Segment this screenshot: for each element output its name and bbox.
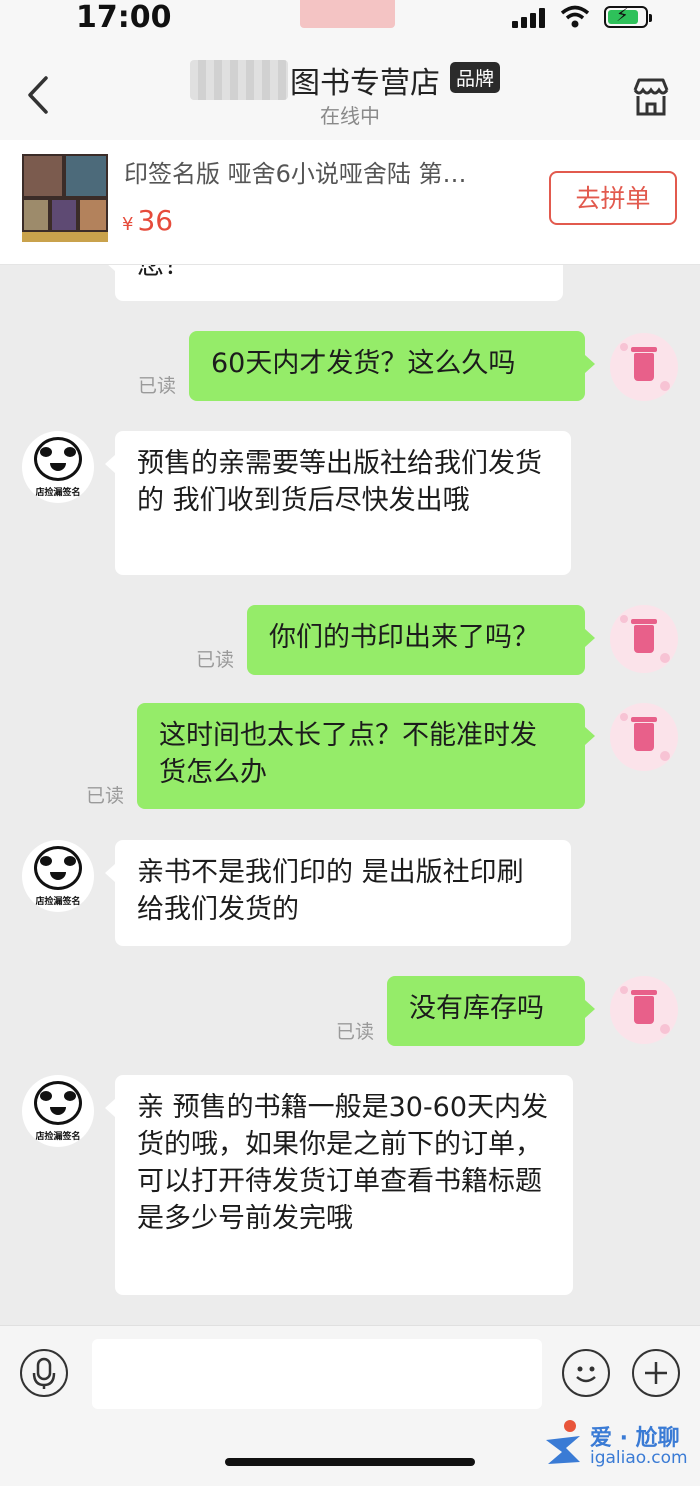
wifi-icon [560,5,590,28]
redacted-shop-prefix [190,60,288,100]
read-receipt: 已读 [336,1021,375,1043]
avatar-caption: 店捡漏签名 [35,1132,81,1142]
outgoing-message: 60天内才发货？这么久吗 [189,331,595,401]
outgoing-message: 没有库存吗 [387,976,595,1046]
user-avatar[interactable] [610,703,678,771]
product-card[interactable]: 印签名版 哑舍6小说哑舍陆 第… ¥36 去拼单 [0,140,700,265]
more-button[interactable] [632,1349,680,1397]
read-receipt: 已读 [86,785,125,807]
online-status: 在线中 [320,104,380,128]
brand-badge: 品牌 [450,62,501,93]
battery-icon: ⚡ [604,5,652,28]
emoji-button[interactable] [562,1349,610,1397]
incoming-message: 亲书不是我们印的 是出版社印刷给我们发货的 [105,840,571,946]
product-price: ¥36 [122,204,173,237]
shop-name[interactable]: 图书专营店 [290,58,440,102]
status-bar: 17:00 ⚡ [0,0,700,40]
outgoing-message: 你们的书印出来了吗？ [247,605,595,675]
incoming-message: 预售的亲需要等出版社给我们发货的 我们收到货后尽快发出哦 [105,431,571,575]
watermark-url: igaliao.com [590,1448,688,1468]
smiley-icon [576,1366,596,1383]
avatar-caption: 店捡漏签名 [35,897,81,907]
voice-button[interactable] [20,1349,68,1397]
read-receipt: 已读 [196,649,235,671]
user-avatar[interactable] [610,333,678,401]
redacted-area [300,0,395,28]
outgoing-message: 这时间也太长了点？不能准时发货怎么办 [137,703,595,809]
microphone-icon [32,1357,56,1389]
product-title[interactable]: 印签名版 哑舍6小说哑舍陆 第… [124,154,524,189]
watermark: 爱 · 尬聊 igaliao.com [540,1418,690,1474]
chat-header: 图书专营店 品牌 在线中 [0,40,700,140]
shop-avatar[interactable]: 店捡漏签名 [22,431,94,503]
incoming-message: 亲 预售的书籍一般是30-60天内发货的哦，如果你是之前下的订单，可以打开待发货… [105,1075,573,1295]
avatar-caption: 店捡漏签名 [35,488,81,498]
product-thumbnail[interactable] [22,154,108,242]
input-bar: 爱 · 尬聊 igaliao.com [0,1325,700,1486]
message-input[interactable] [92,1339,542,1409]
shop-avatar[interactable]: 店捡漏签名 [22,840,94,912]
user-avatar[interactable] [610,976,678,1044]
incoming-message: 您？ [105,265,563,301]
home-indicator[interactable] [225,1458,475,1466]
shop-avatar[interactable]: 店捡漏签名 [22,1075,94,1147]
read-receipt: 已读 [138,375,177,397]
store-icon[interactable] [630,76,672,118]
user-avatar[interactable] [610,605,678,673]
currency-symbol: ¥ [122,214,134,235]
chat-list[interactable]: 您？ 已读 60天内才发货？这么久吗 店捡漏签名 预售的亲需要等出版社给我们发货… [0,265,700,1325]
watermark-logo-icon [546,1420,580,1464]
signal-icon [512,8,546,28]
price-value: 36 [137,204,174,237]
group-buy-button[interactable]: 去拼单 [549,171,677,225]
clock: 17:00 [76,0,172,35]
plus-icon [645,1362,667,1384]
